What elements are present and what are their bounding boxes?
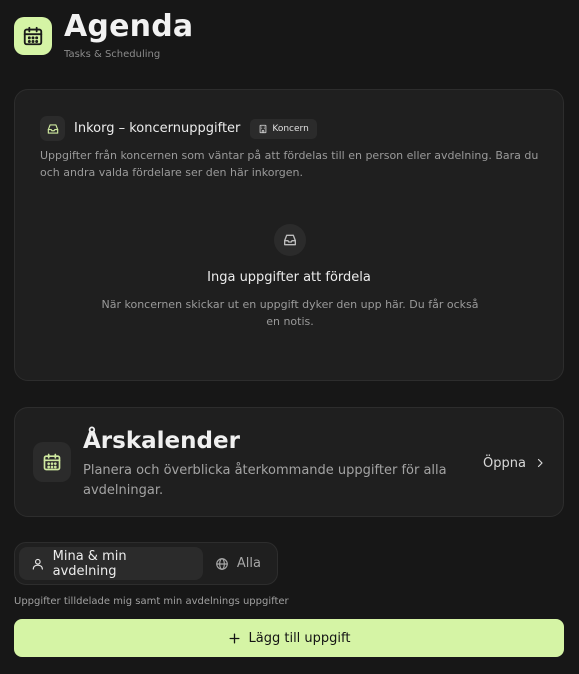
filter-all[interactable]: Alla [203,547,273,580]
calendar-title: Årskalender [83,428,240,454]
annual-calendar-card[interactable]: Årskalender Planera och överblicka återk… [14,407,564,517]
building-icon [260,124,267,133]
app-header: Agenda Tasks & Scheduling [14,8,193,60]
user-icon [32,558,43,570]
inbox-card: Inkorg – koncernuppgifter Koncern Uppgif… [14,89,564,381]
empty-state-title: Inga uppgifter att fördela [207,270,371,285]
koncern-badge: Koncern [250,118,317,139]
page-subtitle: Tasks & Scheduling [64,49,161,60]
add-task-button[interactable]: Lägg till uppgift [14,619,564,657]
filter-all-label: Alla [236,556,261,571]
agenda-page: Agenda Tasks & Scheduling Inkorg – konce… [0,0,579,674]
empty-state-description: När koncernen skickar ut en uppgift dyke… [101,298,479,328]
calendar-icon [14,17,52,55]
filter-mine-department[interactable]: Mina & min avdelning [19,547,203,580]
header-text: Agenda Tasks & Scheduling [64,8,193,60]
page-title: Agenda [64,9,194,44]
calendar-icon [33,442,71,482]
globe-icon [216,557,228,570]
chevron-right-icon [537,458,543,468]
calendar-description: Planera och överblicka återkommande uppg… [83,463,447,498]
inbox-description: Uppgifter från koncernen som väntar på a… [40,149,539,179]
task-scope-filter: Mina & min avdelning Alla [14,542,278,585]
plus-icon [229,633,239,643]
inbox-empty-icon [274,224,306,256]
inbox-title: Inkorg – koncernuppgifter [74,121,241,136]
filter-caption: Uppgifter tilldelade mig samt min avdeln… [14,596,289,607]
add-task-label: Lägg till uppgift [248,630,351,646]
inbox-header: Inkorg – koncernuppgifter Koncern [40,116,317,141]
open-label: Öppna [483,455,526,471]
filter-mine-label: Mina & min avdelning [52,548,127,579]
inbox-icon [40,116,65,141]
badge-label: Koncern [272,123,309,134]
open-calendar-button[interactable]: Öppna [473,448,556,478]
